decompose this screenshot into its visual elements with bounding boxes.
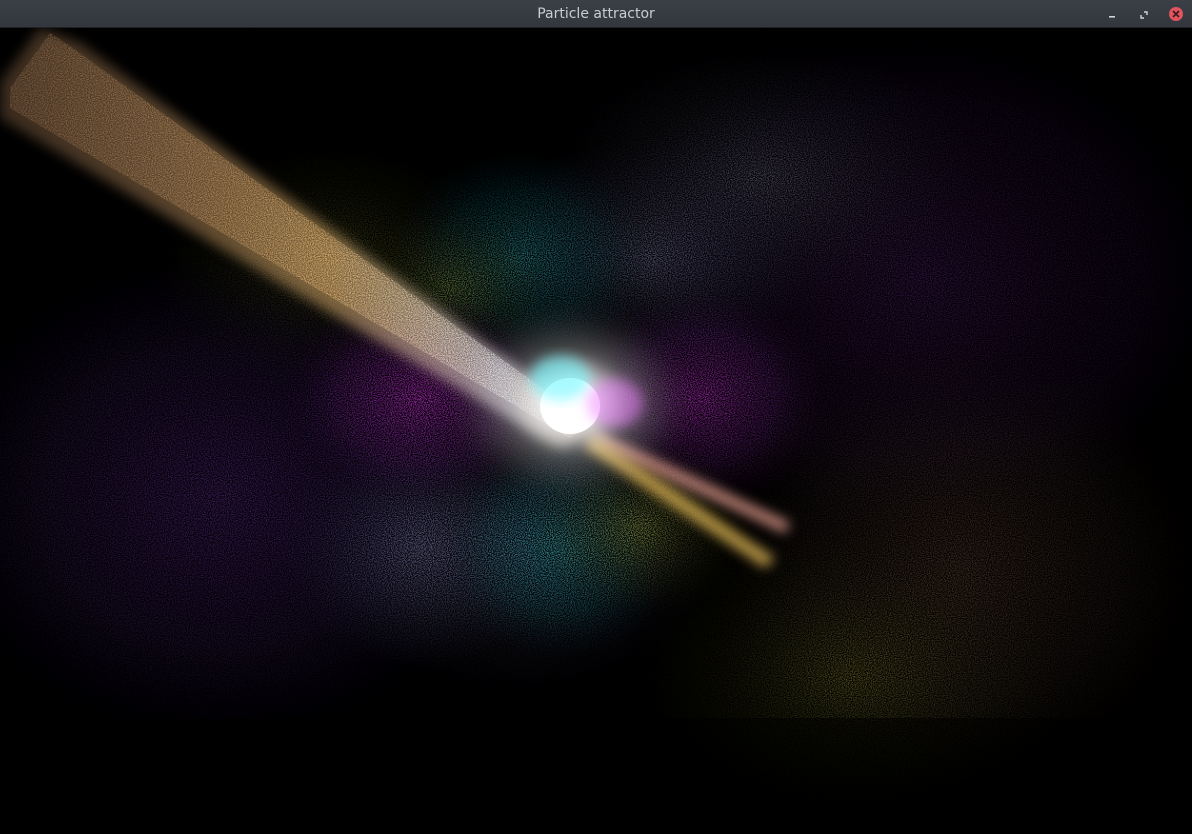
app-window: Particle attractor: [0, 0, 1192, 834]
maximize-icon: [1139, 5, 1149, 24]
attractor-core: [460, 313, 680, 493]
particle-field: [0, 28, 1192, 834]
close-button[interactable]: [1168, 6, 1184, 22]
title-bar[interactable]: Particle attractor: [0, 0, 1192, 28]
bottom-shadow: [0, 718, 1192, 834]
maximize-button[interactable]: [1136, 6, 1152, 22]
close-icon: [1169, 7, 1183, 21]
minimize-icon: [1107, 5, 1117, 24]
window-title: Particle attractor: [537, 6, 655, 22]
particle-canvas[interactable]: [0, 28, 1192, 834]
minimize-button[interactable]: [1104, 6, 1120, 22]
